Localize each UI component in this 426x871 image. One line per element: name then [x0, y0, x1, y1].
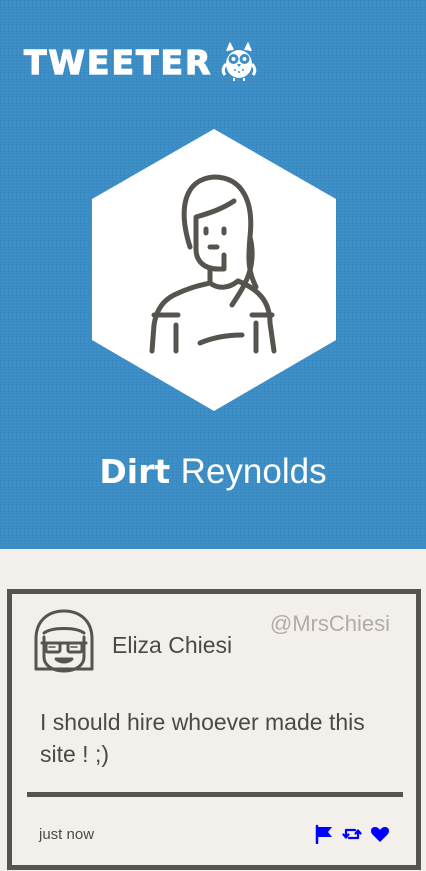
tweet-divider [27, 792, 403, 797]
brand-logo[interactable]: TWEETER [23, 42, 258, 82]
profile-first-name: Dirt [99, 452, 171, 491]
brand-name: TWEETER [23, 42, 213, 82]
owl-icon [222, 42, 257, 81]
profile-header: TWEETER Dirt Reynolds [0, 0, 426, 549]
girl-sunglasses-avatar-icon[interactable] [32, 607, 96, 679]
tweet-author-handle[interactable]: @MrsChiesi [270, 611, 390, 637]
tweet-actions [314, 824, 390, 844]
tweet-timestamp: just now [39, 826, 95, 843]
profile-last-name: Reynolds [180, 452, 327, 491]
flag-icon[interactable] [314, 824, 334, 844]
profile-name: Dirt Reynolds [0, 452, 426, 492]
profile-avatar[interactable] [92, 129, 336, 411]
tweet-card[interactable]: Eliza Chiesi @MrsChiesi I should hire wh… [7, 589, 421, 870]
tweet-text: I should hire whoever made this site ! ;… [40, 709, 365, 767]
retweet-icon[interactable] [342, 824, 362, 844]
tweet-author-name[interactable]: Eliza Chiesi [112, 632, 232, 659]
heart-icon[interactable] [370, 824, 390, 844]
